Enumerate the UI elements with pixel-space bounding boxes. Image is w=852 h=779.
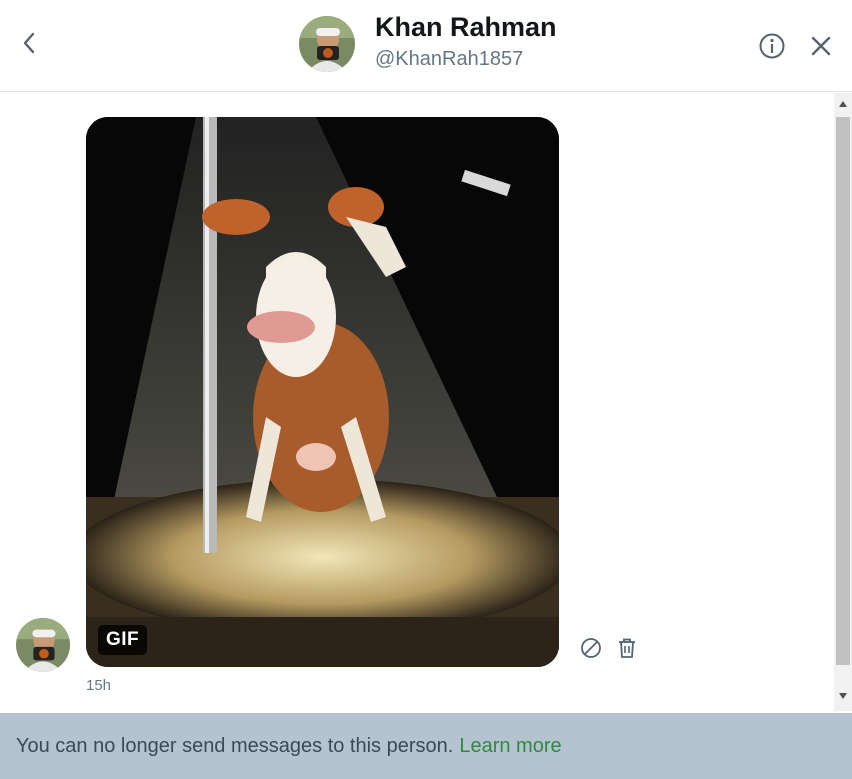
- avatar[interactable]: [299, 16, 355, 72]
- gif-media: [86, 117, 559, 667]
- back-button[interactable]: [14, 28, 44, 58]
- close-icon: [811, 36, 831, 56]
- conversation-header: Khan Rahman @KhanRah1857: [0, 0, 852, 92]
- info-button[interactable]: [757, 31, 787, 61]
- avatar[interactable]: [16, 618, 70, 672]
- learn-more-link[interactable]: Learn more: [459, 735, 561, 758]
- info-icon: [759, 33, 785, 59]
- scroll-up-arrow[interactable]: [834, 97, 852, 111]
- message-list[interactable]: GIF 15h: [0, 93, 852, 711]
- header-display-name[interactable]: Khan Rahman: [375, 12, 557, 43]
- triangle-up-icon: [839, 101, 847, 107]
- triangle-down-icon: [839, 693, 847, 699]
- report-message-button[interactable]: [579, 636, 603, 660]
- gif-badge: GIF: [98, 625, 148, 655]
- gif-message[interactable]: GIF: [86, 117, 559, 667]
- blocked-notice-text: You can no longer send messages to this …: [16, 734, 454, 757]
- trash-icon: [619, 638, 635, 658]
- close-button[interactable]: [806, 31, 836, 61]
- blocked-notice-bar: You can no longer send messages to this …: [0, 713, 852, 779]
- scroll-thumb[interactable]: [836, 117, 850, 665]
- header-handle: @KhanRah1857: [375, 48, 524, 70]
- scroll-down-arrow[interactable]: [834, 689, 852, 703]
- scrollbar[interactable]: [834, 93, 852, 711]
- delete-message-button[interactable]: [615, 636, 639, 660]
- chevron-left-icon: [23, 32, 35, 54]
- message-timestamp: 15h: [86, 677, 112, 694]
- report-icon: [581, 638, 601, 658]
